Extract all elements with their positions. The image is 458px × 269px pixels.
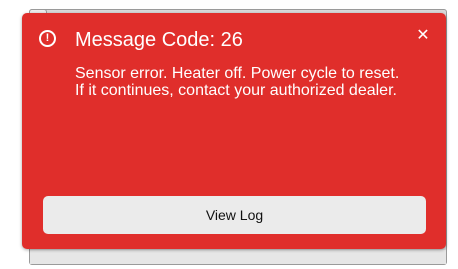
dialog-message: Sensor error. Heater off. Power cycle to…: [75, 65, 400, 99]
view-log-button[interactable]: View Log: [43, 196, 426, 234]
dialog-title: Message Code: 26: [75, 29, 243, 51]
underlying-panel-footer: [30, 250, 446, 264]
error-dialog: ! Message Code: 26 ✕ Sensor error. Heate…: [22, 13, 446, 249]
alert-circle-icon: !: [39, 30, 56, 47]
close-button[interactable]: ✕: [412, 25, 434, 47]
